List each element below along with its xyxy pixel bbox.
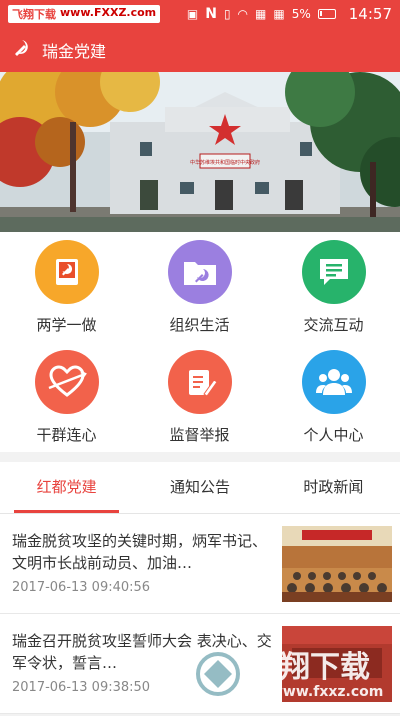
grid-item-personal-center[interactable]: 个人中心: [267, 342, 400, 452]
sim1-icon: ▦: [255, 7, 267, 21]
party-book-icon: [34, 240, 99, 304]
heart-icon: [34, 350, 99, 414]
tab-current-news[interactable]: 时政新闻: [267, 462, 400, 513]
news-item[interactable]: 瑞金脱贫攻坚的关键时期，炳军书记、文明市长战前动员、加油… 2017-06-13…: [0, 514, 400, 614]
grid-item-org-life[interactable]: 组织生活: [133, 232, 266, 342]
banner-image[interactable]: 中华苏维埃共和国临时中央政府: [0, 72, 400, 232]
grid-item-label: 个人中心: [303, 426, 364, 444]
building-sign-text: 中华苏维埃共和国临时中央政府: [190, 159, 260, 166]
grid-item-supervise-report[interactable]: 监督举报: [133, 342, 266, 452]
news-headline: 瑞金脱贫攻坚的关键时期，炳军书记、文明市长战前动员、加油…: [12, 532, 268, 572]
chat-icon: [301, 240, 366, 304]
watermark-logo: 飞翔下载 www.fxxz.com: [190, 636, 400, 712]
watermark-brand: 飞翔下载: [12, 8, 56, 21]
battery-icon: [317, 9, 336, 19]
grid-item-label: 干群连心: [36, 426, 97, 444]
clock: 14:57: [348, 5, 392, 23]
watermark-badge: 飞翔下载 www.FXXZ.com: [8, 5, 161, 23]
app-title: 瑞金党建: [42, 42, 107, 61]
watermark-site: www.FXXZ.com: [60, 6, 157, 19]
news-thumbnail: [282, 526, 392, 602]
app-bar: 瑞金党建: [0, 28, 400, 72]
grid-item-exchange[interactable]: 交流互动: [267, 232, 400, 342]
watermark-site-text: www.fxxz.com: [270, 684, 384, 700]
grid-item-label: 监督举报: [169, 426, 230, 444]
status-bar: 飞翔下载 www.FXXZ.com ▣ N ▯ ◠ ▦ ▦ 5% 14:57: [0, 0, 400, 28]
grid-item-heart-connect[interactable]: 干群连心: [0, 342, 133, 452]
report-icon: [167, 350, 232, 414]
battery-percent: 5%: [291, 7, 311, 21]
party-folder-icon: [167, 240, 232, 304]
tab-hongdu-party[interactable]: 红都党建: [0, 462, 133, 513]
wifi-icon: ◠: [237, 7, 249, 21]
party-emblem-icon: [12, 38, 36, 63]
nfc-icon: N: [205, 6, 217, 22]
function-grid: 两学一做 组织生活 交流互动 干群连心 监督举报 个人中心: [0, 232, 400, 452]
news-date: 2017-06-13 09:40:56: [12, 580, 151, 595]
tab-notices[interactable]: 通知公告: [133, 462, 266, 513]
notification-icon: ▣: [186, 7, 199, 21]
grid-item-label: 组织生活: [169, 316, 230, 334]
news-tabs: 红都党建 通知公告 时政新闻: [0, 462, 400, 514]
grid-item-two-studies[interactable]: 两学一做: [0, 232, 133, 342]
vibrate-icon: ▯: [223, 7, 231, 21]
watermark-brand-text: 飞翔下载: [250, 650, 370, 685]
grid-item-label: 两学一做: [36, 316, 97, 334]
grid-item-label: 交流互动: [303, 316, 364, 334]
sim2-icon: ▦: [273, 7, 285, 21]
people-icon: [301, 350, 366, 414]
